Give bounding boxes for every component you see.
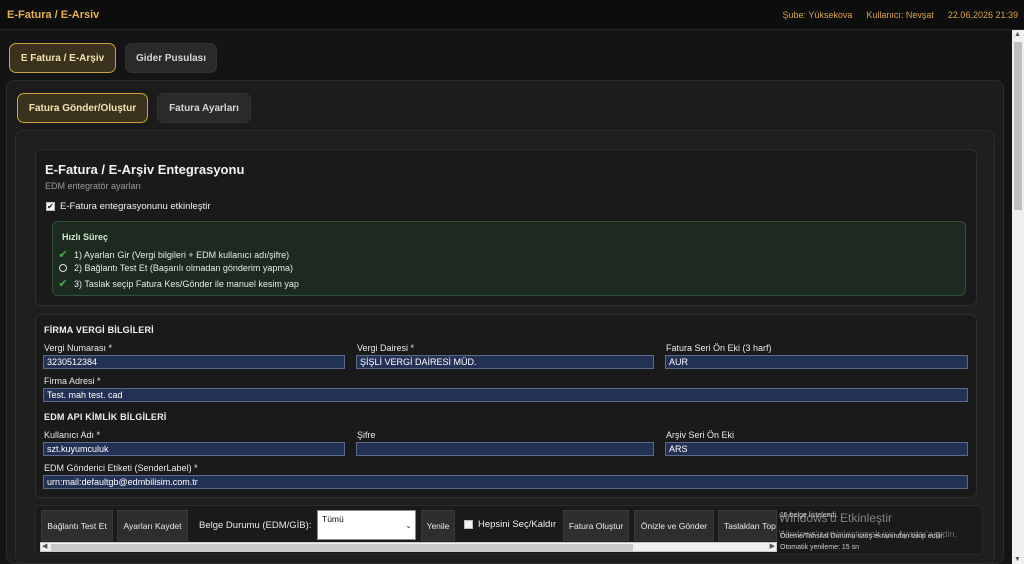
api-section-title: EDM API KİMLİK BİLGİLERİ [44,412,167,422]
activation-watermark-title: Windows'u Etkinleştir [779,511,892,525]
integration-subtitle: EDM entegratör ayarları [45,181,142,191]
refresh-button[interactable]: Yenile [421,510,455,541]
create-invoice-button[interactable]: Fatura Oluştur [563,510,629,541]
quick-step-3: ✔ 3) Taslak seçip Fatura Kes/Gönder ile … [58,277,299,290]
address-input[interactable] [43,388,968,402]
tab-fatura-ayarlari[interactable]: Fatura Ayarları [157,93,251,123]
datetime-label: 22.06.2026 21:39 [947,10,1018,20]
tax-section-title: FİRMA VERGİ BİLGİLERİ [44,325,154,335]
document-status-select[interactable]: Tümü ⌄ [317,510,416,540]
select-all-label: Hepsini Seç/Kaldır [478,519,557,530]
save-settings-button[interactable]: Ayarları Kaydet [117,510,188,541]
enable-integration-row[interactable]: ✔ E-Fatura entegrasyonunu etkinleştir [46,201,211,212]
user-label: Kullanıcı: Nevşat [866,10,934,20]
archive-series-label: Arşiv Seri Ön Eki [666,430,735,440]
status-auto-refresh: Otomatik yenileme: 15 sn [780,544,859,551]
scroll-right-icon[interactable]: ▶ [770,542,775,550]
sender-label-label: EDM Gönderici Etiketi (SenderLabel) * [44,463,198,473]
title-bar: E-Fatura / E-Arsiv Şube: Yüksekova Kulla… [0,0,1024,30]
tax-number-label: Vergi Numarası * [44,343,113,353]
username-input[interactable] [43,442,345,456]
vertical-scrollbar-thumb[interactable] [1014,42,1022,210]
scrollbar-thumb[interactable] [51,544,633,551]
drafts-button[interactable]: Taslakları Top [718,510,777,541]
quick-process-box: Hızlı Süreç ✔ 1) Ayarları Gir (Vergi bil… [52,221,966,296]
vertical-scrollbar[interactable]: ▲ ▼ [1012,30,1024,564]
branch-label: Şube: Yüksekova [782,10,853,20]
check-icon: ✔ [58,249,68,261]
quick-step-2: 2) Bağlantı Test Et (Başarılı olmadan gö… [58,263,293,273]
username-label: Kullanıcı Adı * [44,430,101,440]
document-status-label: Belge Durumu (EDM/GİB): [199,520,312,531]
app-title: E-Fatura / E-Arsiv [7,9,100,21]
integration-title: E-Fatura / E-Arşiv Entegrasyonu [45,162,245,177]
quick-step-text: 3) Taslak seçip Fatura Kes/Gönder ile ma… [74,278,299,289]
select-all-checkbox[interactable] [464,520,473,529]
scroll-up-icon[interactable]: ▲ [1014,31,1021,38]
test-connection-button[interactable]: Bağlantı Test Et [41,510,113,541]
series-prefix-label: Fatura Seri Ön Eki (3 harf) [666,343,772,353]
tax-number-input[interactable] [43,355,345,369]
tax-office-label: Vergi Dairesi * [357,343,415,353]
tab-efatura[interactable]: E Fatura / E-Arşiv [9,43,116,73]
archive-series-input[interactable] [665,442,968,456]
preview-send-button[interactable]: Önizle ve Gönder [634,510,714,541]
select-all-row[interactable]: Hepsini Seç/Kaldır [464,519,556,530]
series-prefix-input[interactable] [665,355,968,369]
document-status-value: Tümü [322,514,344,524]
password-input[interactable] [356,442,654,456]
activation-watermark-subtitle: Windows'u etkinleştirmek için Ayarlar'a … [779,529,957,539]
address-label: Firma Adresi * [44,376,101,386]
pending-circle-icon [59,264,67,272]
quick-step-1: ✔ 1) Ayarları Gir (Vergi bilgileri + EDM… [58,248,289,261]
chevron-down-icon: ⌄ [405,521,412,530]
quick-process-title: Hızlı Süreç [62,232,109,242]
quick-step-text: 2) Bağlantı Test Et (Başarılı olmadan gö… [74,263,293,273]
quick-step-text: 1) Ayarları Gir (Vergi bilgileri + EDM k… [74,249,290,260]
horizontal-scrollbar[interactable]: ◀ ▶ [40,542,777,552]
tab-fatura-gonder[interactable]: Fatura Gönder/Oluştur [17,93,148,123]
sender-label-input[interactable] [43,475,968,489]
check-icon: ✔ [58,278,68,290]
enable-integration-checkbox[interactable]: ✔ [46,202,55,211]
scroll-left-icon[interactable]: ◀ [42,542,47,550]
enable-integration-label: E-Fatura entegrasyonunu etkinleştir [60,201,211,212]
scroll-down-icon[interactable]: ▼ [1014,556,1021,563]
password-label: Şifre [357,430,376,440]
tax-office-input[interactable] [356,355,654,369]
session-info: Şube: Yüksekova Kullanıcı: Nevşat 22.06.… [783,10,1019,20]
tab-gider-pusulasi[interactable]: Gider Pusulası [125,43,217,73]
